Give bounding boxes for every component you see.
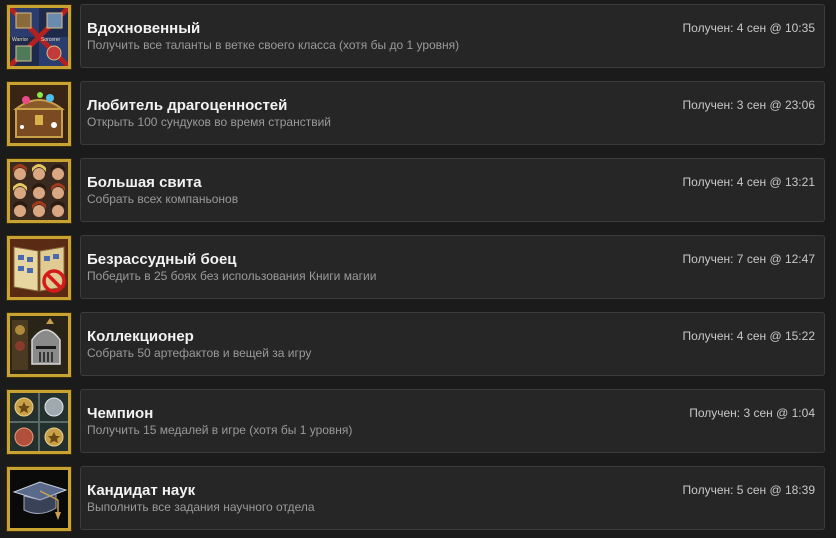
no-spellbook-icon	[7, 236, 71, 300]
medals-grid-icon	[7, 390, 71, 454]
achievement-card: Коллекционер Собрать 50 артефактов и вещ…	[80, 312, 825, 376]
achievement-card: Любитель драгоценностей Открыть 100 сунд…	[80, 81, 825, 145]
achievement-card: Большая свита Собрать всех компаньонов П…	[80, 158, 825, 222]
svg-text:Sorcerer: Sorcerer	[41, 37, 61, 43]
achievement-unlock-date: Получен: 3 сен @ 1:04	[689, 406, 815, 420]
achievement-title: Коллекционер	[87, 328, 194, 345]
achievement-description: Получить все таланты в ветке своего клас…	[87, 38, 460, 52]
achievement-card: Безрассудный боец Победить в 25 боях без…	[80, 235, 825, 299]
achievement-row[interactable]: Чемпион Получить 15 медалей в игре (хотя…	[0, 389, 836, 455]
achievement-card: Кандидат наук Выполнить все задания науч…	[80, 466, 825, 530]
achievement-title: Любитель драгоценностей	[87, 97, 288, 114]
achievement-row[interactable]: Любитель драгоценностей Открыть 100 сунд…	[0, 81, 836, 147]
svg-text:Warrior: Warrior	[12, 37, 29, 43]
achievement-description: Открыть 100 сундуков во время странствий	[87, 115, 332, 129]
achievement-list: Warrior Sorcerer Вдохновенный Получить в…	[0, 0, 836, 538]
achievement-card: Чемпион Получить 15 медалей в игре (хотя…	[80, 389, 825, 453]
achievement-unlock-date: Получен: 7 сен @ 12:47	[682, 252, 815, 266]
achievement-description: Победить в 25 боях без использования Кни…	[87, 269, 377, 283]
achievement-card: Вдохновенный Получить все таланты в ветк…	[80, 4, 825, 68]
graduation-cap-icon	[7, 467, 71, 531]
achievement-unlock-date: Получен: 4 сен @ 15:22	[682, 329, 815, 343]
talents-grid-icon: Warrior Sorcerer	[7, 5, 71, 69]
achievement-title: Большая свита	[87, 174, 202, 191]
achievement-row[interactable]: Кандидат наук Выполнить все задания науч…	[0, 466, 836, 532]
achievement-unlock-date: Получен: 5 сен @ 18:39	[682, 483, 815, 497]
knight-helmet-icon	[7, 313, 71, 377]
treasure-chest-icon	[7, 82, 71, 146]
achievement-unlock-date: Получен: 4 сен @ 10:35	[682, 21, 815, 35]
achievement-unlock-date: Получен: 4 сен @ 13:21	[682, 175, 815, 189]
achievement-title: Безрассудный боец	[87, 251, 237, 268]
achievement-row[interactable]: Большая свита Собрать всех компаньонов П…	[0, 158, 836, 224]
achievement-row[interactable]: Коллекционер Собрать 50 артефактов и вещ…	[0, 312, 836, 378]
achievement-title: Кандидат наук	[87, 482, 196, 499]
achievement-title: Чемпион	[87, 405, 154, 422]
achievement-description: Собрать всех компаньонов	[87, 192, 239, 206]
achievement-description: Собрать 50 артефактов и вещей за игру	[87, 346, 312, 360]
achievement-row[interactable]: Безрассудный боец Победить в 25 боях без…	[0, 235, 836, 301]
achievement-title: Вдохновенный	[87, 20, 201, 37]
achievement-row[interactable]: Warrior Sorcerer Вдохновенный Получить в…	[0, 4, 836, 70]
companions-portraits-icon	[7, 159, 71, 223]
achievement-description: Выполнить все задания научного отдела	[87, 500, 315, 514]
achievement-description: Получить 15 медалей в игре (хотя бы 1 ур…	[87, 423, 353, 437]
achievement-unlock-date: Получен: 3 сен @ 23:06	[682, 98, 815, 112]
